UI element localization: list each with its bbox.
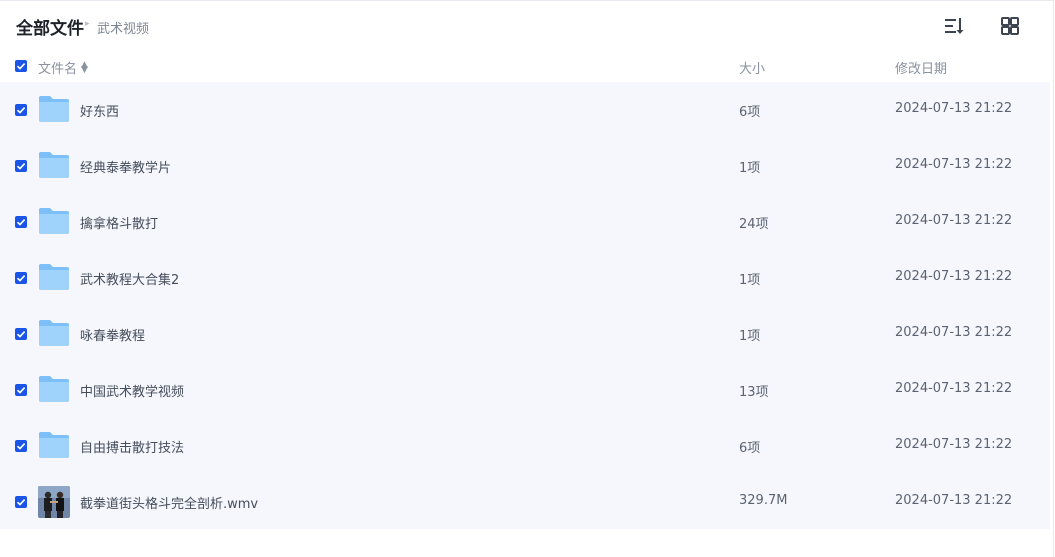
- sort-list-icon[interactable]: [943, 15, 965, 37]
- column-name-label: 文件名: [38, 62, 78, 77]
- breadcrumb-current: 武术视频: [97, 22, 150, 37]
- file-name[interactable]: 自由搏击散打技法: [80, 437, 184, 456]
- select-all-checkbox[interactable]: [15, 60, 27, 72]
- file-name[interactable]: 截拳道街头格斗完全剖析.wmv: [80, 493, 258, 512]
- file-name[interactable]: 咏春拳教程: [80, 325, 145, 344]
- file-date: 2024-07-13 21:22: [895, 493, 1013, 508]
- file-name[interactable]: 中国武术教学视频: [80, 381, 184, 400]
- file-size: 13项: [739, 385, 769, 400]
- file-date: 2024-07-13 21:22: [895, 213, 1013, 228]
- folder-icon: [39, 208, 69, 234]
- file-name[interactable]: 好东西: [80, 101, 119, 120]
- file-name[interactable]: 经典泰拳教学片: [80, 157, 171, 176]
- folder-icon: [39, 320, 69, 346]
- row-checkbox[interactable]: [15, 384, 27, 396]
- video-thumbnail-icon: [38, 486, 70, 518]
- row-checkbox[interactable]: [15, 272, 27, 284]
- column-size-header: 大小: [739, 62, 766, 77]
- breadcrumb-separator-icon: ▸: [85, 19, 90, 29]
- folder-icon: [39, 264, 69, 290]
- file-date: 2024-07-13 21:22: [895, 269, 1013, 284]
- file-size: 6项: [739, 105, 761, 120]
- file-size: 6项: [739, 441, 761, 456]
- file-size: 1项: [739, 329, 761, 344]
- file-row[interactable]: 经典泰拳教学片 1项 2024-07-13 21:22: [0, 138, 1050, 194]
- top-bar: 全部文件 ▸ 武术视频: [0, 1, 1050, 51]
- file-date: 2024-07-13 21:22: [895, 325, 1013, 340]
- row-checkbox[interactable]: [15, 160, 27, 172]
- row-checkbox[interactable]: [15, 104, 27, 116]
- file-date: 2024-07-13 21:22: [895, 101, 1013, 116]
- sort-toggle-icon[interactable]: ▲ ▼: [81, 61, 88, 75]
- row-checkbox[interactable]: [15, 328, 27, 340]
- folder-icon: [39, 376, 69, 402]
- file-size: 1项: [739, 273, 761, 288]
- row-checkbox[interactable]: [15, 496, 27, 508]
- folder-icon: [39, 96, 69, 122]
- column-date-header: 修改日期: [895, 62, 948, 77]
- column-name-header[interactable]: 文件名 ▲ ▼: [38, 58, 88, 78]
- file-browser-panel: 全部文件 ▸ 武术视频 文件名 ▲ ▼ 大小 修改日期 好东西 6项 2024-…: [0, 0, 1054, 557]
- folder-icon: [39, 432, 69, 458]
- file-date: 2024-07-13 21:22: [895, 437, 1013, 452]
- file-row[interactable]: 咏春拳教程 1项 2024-07-13 21:22: [0, 306, 1050, 362]
- file-row[interactable]: 武术教程大合集2 1项 2024-07-13 21:22: [0, 250, 1050, 306]
- file-date: 2024-07-13 21:22: [895, 157, 1013, 172]
- row-checkbox[interactable]: [15, 216, 27, 228]
- file-row[interactable]: 中国武术教学视频 13项 2024-07-13 21:22: [0, 362, 1050, 418]
- file-size: 1项: [739, 161, 761, 176]
- file-row[interactable]: 截拳道街头格斗完全剖析.wmv 329.7M 2024-07-13 21:22: [0, 474, 1050, 530]
- row-checkbox[interactable]: [15, 440, 27, 452]
- file-list: 好东西 6项 2024-07-13 21:22 经典泰拳教学片 1项 2024-…: [0, 82, 1050, 529]
- file-size: 24项: [739, 217, 769, 232]
- column-header: 文件名 ▲ ▼ 大小 修改日期: [0, 52, 1050, 82]
- grid-view-icon[interactable]: [999, 15, 1021, 37]
- file-name[interactable]: 擒拿格斗散打: [80, 213, 158, 232]
- folder-icon: [39, 152, 69, 178]
- breadcrumb-root[interactable]: 全部文件: [16, 14, 84, 39]
- file-row[interactable]: 自由搏击散打技法 6项 2024-07-13 21:22: [0, 418, 1050, 474]
- file-row[interactable]: 擒拿格斗散打 24项 2024-07-13 21:22: [0, 194, 1050, 250]
- file-date: 2024-07-13 21:22: [895, 381, 1013, 396]
- file-size: 329.7M: [739, 493, 788, 508]
- file-row[interactable]: 好东西 6项 2024-07-13 21:22: [0, 82, 1050, 138]
- file-name[interactable]: 武术教程大合集2: [80, 269, 179, 288]
